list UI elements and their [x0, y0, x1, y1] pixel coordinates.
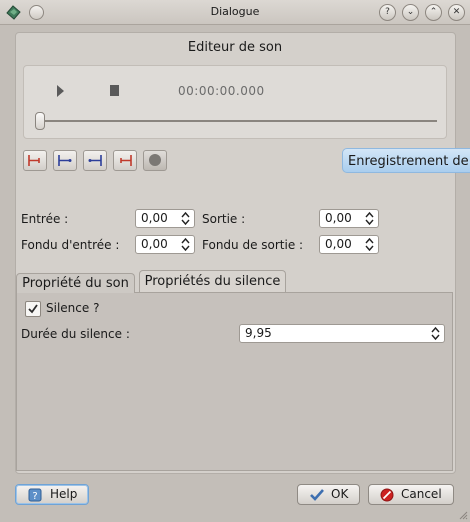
- cancel-button[interactable]: Cancel: [368, 484, 454, 505]
- record-icon: [149, 154, 161, 166]
- set-start-marker-button[interactable]: [23, 150, 47, 171]
- spin-arrows-icon[interactable]: [365, 211, 374, 226]
- timecode-display: 00:00:00.000: [178, 84, 265, 98]
- tab-sound-properties[interactable]: Propriété du son: [16, 273, 135, 293]
- start-bracket-icon: [28, 155, 40, 166]
- record-tooltip: Enregistrement de t: [342, 148, 470, 173]
- set-end-marker-button[interactable]: [113, 150, 137, 171]
- spin-arrows-icon[interactable]: [181, 211, 190, 226]
- duration-value: 9,95: [245, 326, 272, 340]
- editor-title: Editeur de son: [187, 40, 283, 55]
- seek-slider-handle[interactable]: [35, 112, 45, 130]
- cancel-icon: [380, 488, 394, 502]
- help-button-label: Help: [50, 487, 78, 501]
- fondu-entree-label: Fondu d'entrée :: [21, 238, 120, 252]
- ok-button[interactable]: OK: [297, 484, 360, 505]
- stop-icon[interactable]: [110, 85, 119, 96]
- tab-silence-properties[interactable]: Propriétés du silence: [139, 270, 286, 292]
- title-bar: Dialogue ? ⌄ ⌃ ✕: [0, 0, 470, 25]
- fondu-entree-value: 0,00: [141, 237, 168, 251]
- check-icon: [310, 489, 324, 501]
- fade-out-icon: [88, 155, 102, 166]
- minimize-button[interactable]: ⌄: [402, 4, 419, 21]
- svg-text:?: ?: [32, 491, 37, 502]
- record-button[interactable]: [143, 150, 167, 171]
- audio-player: 00:00:00.000: [23, 65, 447, 139]
- seek-slider-track[interactable]: [42, 120, 437, 122]
- checkmark-icon: [28, 304, 38, 314]
- fondu-entree-spinbox[interactable]: 0,00: [135, 235, 195, 254]
- duration-label: Durée du silence :: [21, 327, 130, 341]
- maximize-button[interactable]: ⌃: [425, 4, 442, 21]
- sortie-label: Sortie :: [202, 212, 246, 226]
- set-fade-out-button[interactable]: [83, 150, 107, 171]
- spin-arrows-icon[interactable]: [365, 237, 374, 252]
- spin-arrows-icon[interactable]: [181, 237, 190, 252]
- help-title-button[interactable]: ?: [379, 4, 396, 21]
- fondu-sortie-spinbox[interactable]: 0,00: [319, 235, 379, 254]
- ok-button-label: OK: [331, 487, 349, 501]
- resize-grip-icon[interactable]: [458, 510, 468, 520]
- entree-label: Entrée :: [21, 212, 69, 226]
- help-button[interactable]: ? Help: [15, 484, 89, 505]
- silence-tab-pane: [16, 292, 453, 471]
- sortie-spinbox[interactable]: 0,00: [319, 209, 379, 228]
- close-button[interactable]: ✕: [448, 4, 465, 21]
- entree-spinbox[interactable]: 0,00: [135, 209, 195, 228]
- window-title: Dialogue: [210, 5, 260, 18]
- play-icon[interactable]: [57, 85, 64, 97]
- spin-arrows-icon[interactable]: [431, 326, 440, 341]
- set-fade-in-button[interactable]: [53, 150, 77, 171]
- duration-spinbox[interactable]: 9,95: [239, 324, 445, 343]
- silence-checkbox-label[interactable]: Silence ?: [46, 301, 99, 315]
- silence-checkbox[interactable]: [25, 301, 41, 317]
- sortie-value: 0,00: [325, 211, 352, 225]
- fondu-sortie-label: Fondu de sortie :: [202, 238, 304, 252]
- end-bracket-icon: [120, 155, 132, 166]
- fondu-sortie-value: 0,00: [325, 237, 352, 251]
- cancel-button-label: Cancel: [401, 487, 442, 501]
- fade-in-icon: [58, 155, 72, 166]
- help-icon: ?: [28, 488, 42, 502]
- entree-value: 0,00: [141, 211, 168, 225]
